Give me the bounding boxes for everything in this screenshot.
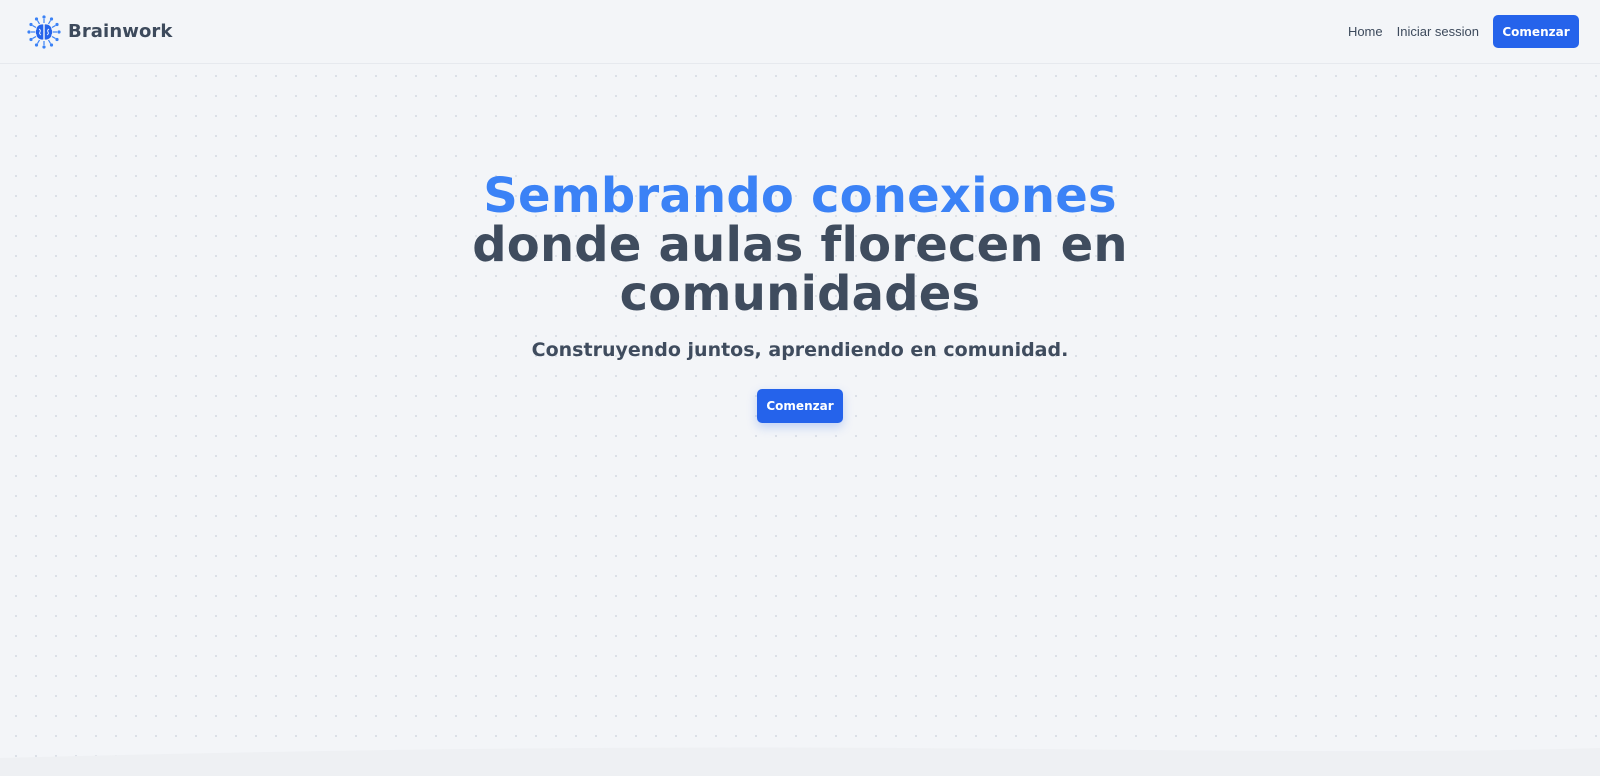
nav-start-button[interactable]: Comenzar — [1493, 15, 1579, 48]
hero-start-button[interactable]: Comenzar — [757, 389, 843, 423]
hero-title-line-3: comunidades — [619, 266, 981, 322]
hero-title-line-2: donde aulas florecen en — [472, 217, 1128, 273]
nav-link-home[interactable]: Home — [1348, 24, 1383, 39]
hero-title: Sembrando conexiones donde aulas florece… — [0, 172, 1600, 319]
hero-section: Sembrando conexiones donde aulas florece… — [0, 172, 1600, 423]
brand-logo[interactable]: Brainwork — [26, 14, 172, 50]
top-navbar: Brainwork Home Iniciar session Comenzar — [0, 0, 1600, 64]
bottom-wave-decoration — [0, 747, 1600, 776]
nav-link-login[interactable]: Iniciar session — [1397, 24, 1479, 39]
brand-name: Brainwork — [68, 21, 173, 42]
hero-subtitle: Construyendo juntos, aprendiendo en comu… — [531, 339, 1069, 361]
hero-title-accent: Sembrando conexiones — [483, 168, 1117, 224]
nav-links: Home Iniciar session Comenzar — [1348, 15, 1579, 48]
brain-network-icon — [27, 14, 61, 49]
